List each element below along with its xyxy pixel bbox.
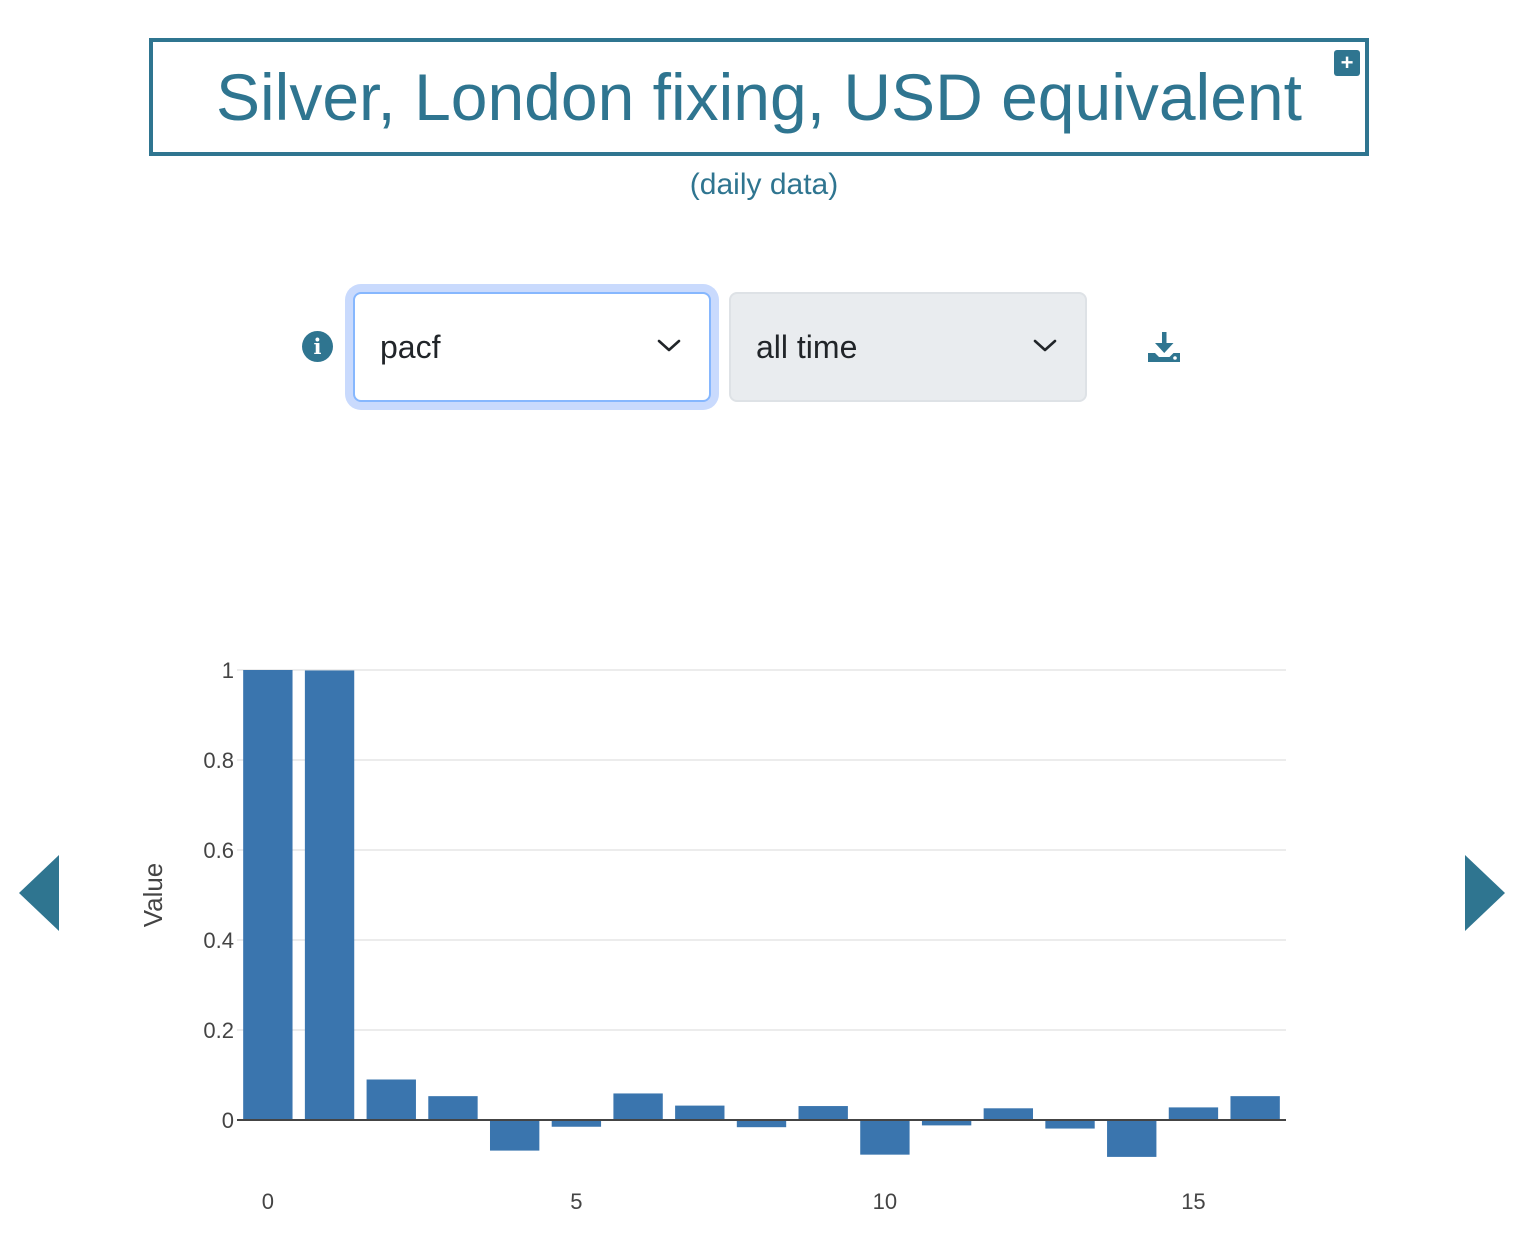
x-tick-label: 0 [262,1189,274,1214]
y-tick-label: 0.2 [203,1018,234,1043]
bar [613,1093,663,1120]
y-tick-label: 0.4 [203,928,234,953]
page: Silver, London fixing, USD equivalent + … [0,0,1528,1260]
info-circle-icon[interactable]: i [302,331,333,362]
y-tick-label: 0.6 [203,838,234,863]
expand-button[interactable]: + [1334,50,1360,76]
metric-select[interactable]: pacf [353,292,711,402]
chevron-down-icon [1033,339,1057,352]
label-layer: 00.20.40.60.810 5 10 15Value [138,658,1206,1214]
page-subtitle: (daily data) [689,168,839,201]
bar [675,1105,725,1120]
pacf-bar-chart: 00.20.40.60.810 5 10 15Value [138,658,1286,1214]
y-tick-label: 1 [222,658,234,683]
bar [428,1096,478,1120]
download-icon[interactable] [1146,329,1182,365]
bar [736,1120,787,1128]
grid-layer [237,669,1286,1031]
bar [243,670,293,1120]
bar [1168,1107,1219,1120]
x-tick-label: 15 [1181,1189,1205,1214]
y-tick-label: 0.8 [203,748,234,773]
bar [1230,1096,1280,1120]
range-select-value: all time [756,328,858,365]
bar [1045,1120,1095,1129]
bar [489,1120,540,1151]
bar [1107,1120,1157,1157]
bar-layer [243,670,1280,1157]
x-tick-label: 5 [570,1189,582,1214]
bar [366,1079,416,1120]
page-title: Silver, London fixing, USD equivalent [216,60,1302,134]
metric-select-value: pacf [380,328,441,365]
bar [304,670,355,1120]
bar [551,1120,602,1127]
y-tick-label: 0 [222,1108,234,1133]
range-select[interactable]: all time [729,292,1087,402]
x-tick-label: 10 [873,1189,897,1214]
chevron-down-icon [657,339,681,352]
y-axis-title: Value [138,863,168,928]
title-box: Silver, London fixing, USD equivalent + [149,38,1369,156]
bar [983,1108,1034,1120]
bar [860,1120,910,1155]
bar [798,1106,848,1120]
